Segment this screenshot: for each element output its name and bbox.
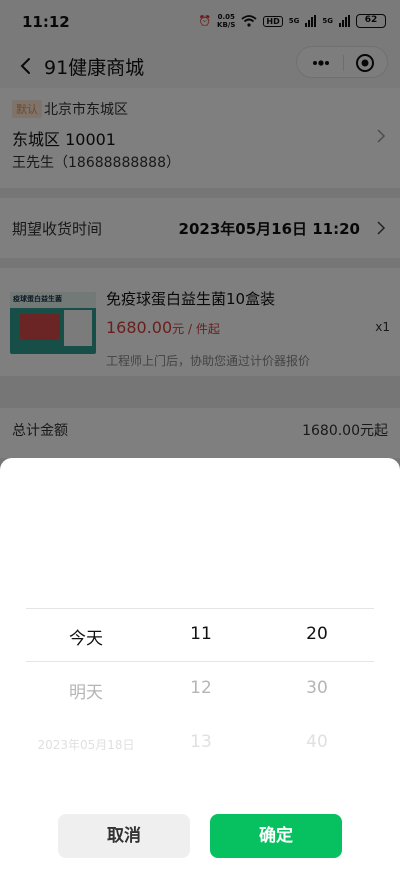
- picker-day-option[interactable]: 今天: [18, 624, 154, 649]
- picker-minute-option[interactable]: 30: [252, 678, 382, 698]
- picker-hour-option[interactable]: 11: [136, 624, 266, 644]
- picker-minute-option[interactable]: 20: [252, 624, 382, 644]
- picker-hour-option[interactable]: 13: [136, 732, 266, 752]
- cancel-button[interactable]: 取消: [58, 814, 190, 858]
- time-picker-sheet: 今天 明天 2023年05月18日 11 12 13 20 30 40 取消 确…: [0, 458, 400, 893]
- picker-hour-option[interactable]: 12: [136, 678, 266, 698]
- picker-highlight-top: [26, 608, 374, 609]
- picker-minute-option[interactable]: 40: [252, 732, 382, 752]
- confirm-button[interactable]: 确定: [210, 814, 342, 858]
- picker-highlight-bottom: [26, 661, 374, 662]
- picker-day-option[interactable]: 2023年05月18日: [18, 736, 154, 753]
- picker-day-option[interactable]: 明天: [18, 678, 154, 703]
